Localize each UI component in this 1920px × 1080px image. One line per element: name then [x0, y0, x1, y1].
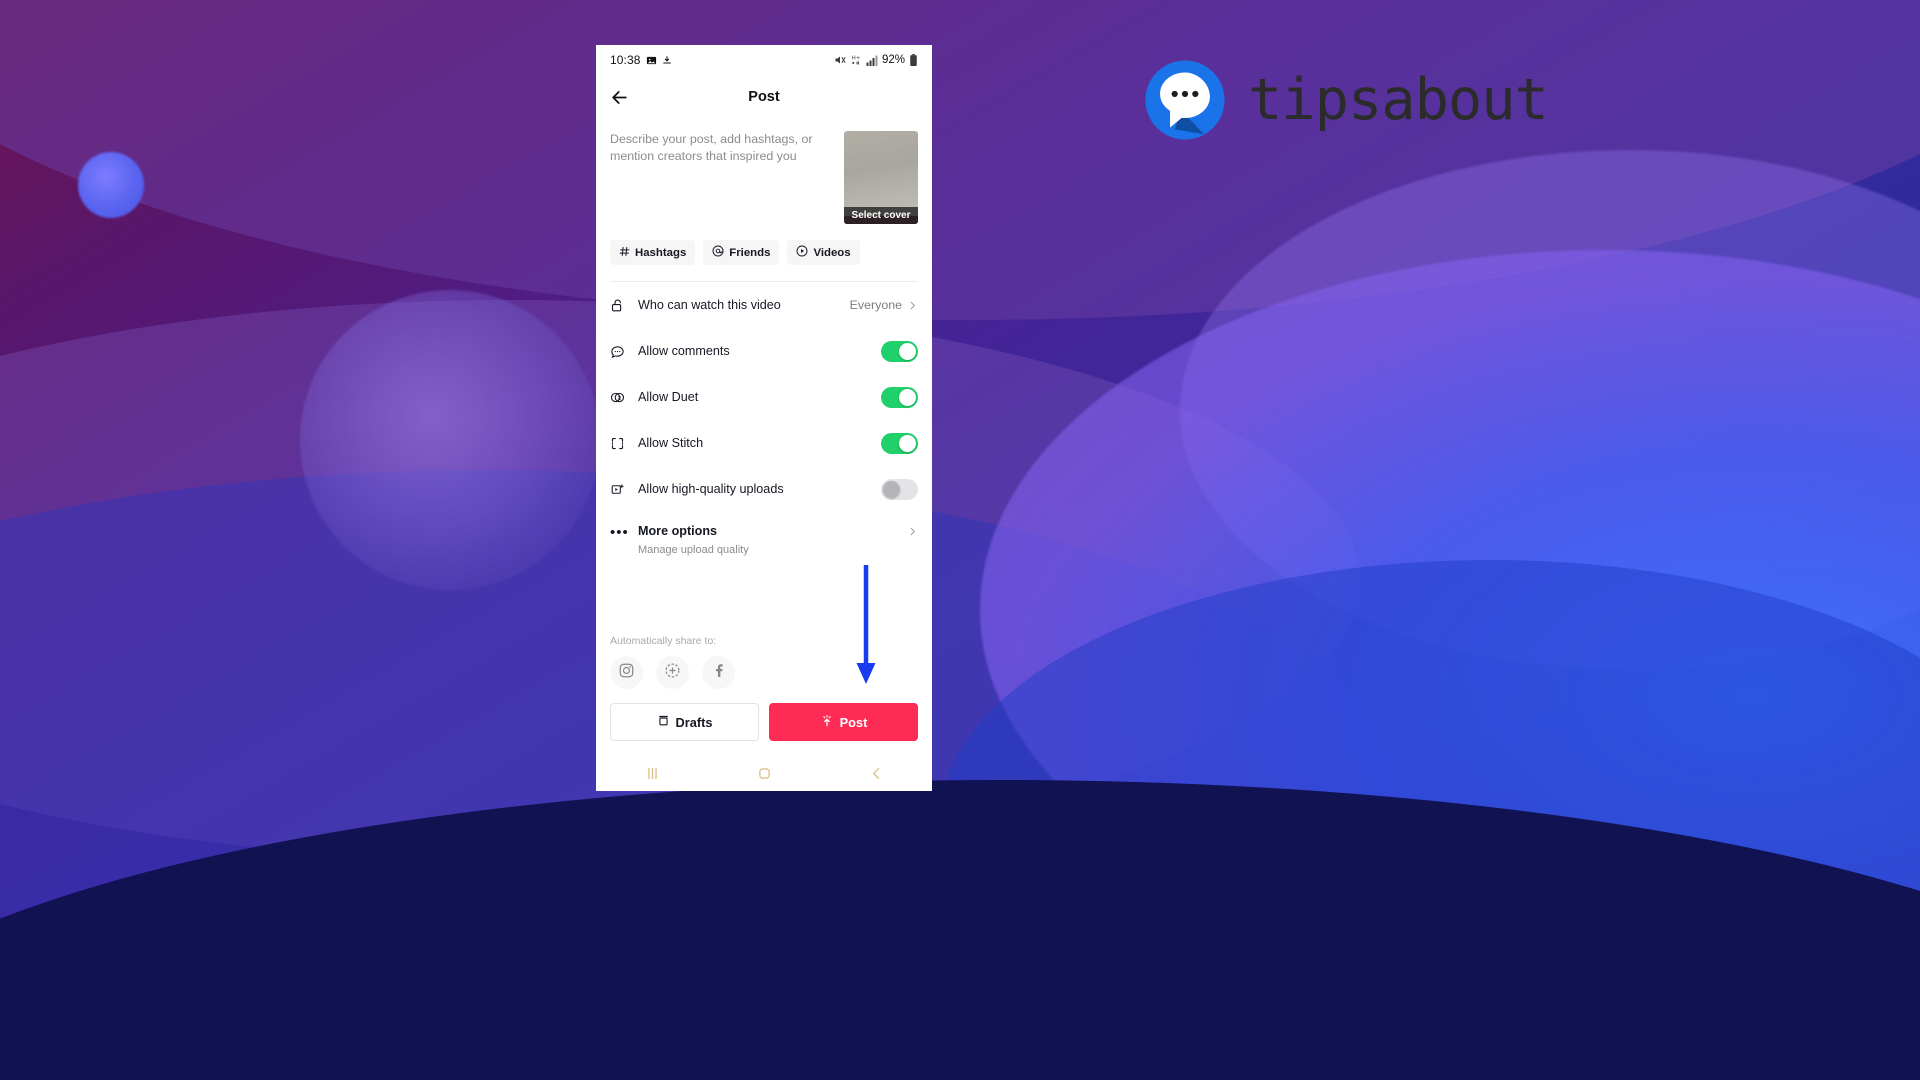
signal-bars-icon [866, 55, 878, 66]
svg-text:H+: H+ [852, 56, 861, 62]
drafts-button[interactable]: Drafts [610, 703, 759, 741]
row-more-options[interactable]: ••• More options Manage upload quality [610, 512, 918, 556]
footer-actions: Drafts Post [596, 689, 932, 755]
toggle-allow-duet[interactable] [881, 386, 918, 408]
row-allow-comments[interactable]: Allow comments [610, 328, 918, 374]
auto-share-label: Automatically share to: [610, 635, 717, 647]
phone-screenshot: 10:38 H+ 92% Post Describe your post, ad… [596, 45, 932, 791]
toggle-knob [899, 434, 916, 452]
toggle-allow-comments[interactable] [881, 340, 918, 362]
back-arrow-icon[interactable] [610, 88, 629, 107]
unlock-icon [610, 298, 632, 313]
row-allow-stitch[interactable]: Allow Stitch [610, 420, 918, 466]
hplus-data-icon: H+ [850, 54, 862, 66]
tipsabout-logo: tipsabout [1142, 57, 1549, 143]
row-control [881, 340, 918, 362]
ellipsis-icon: ••• [610, 524, 629, 541]
nav-back-icon[interactable] [868, 765, 885, 782]
chip-hashtags[interactable]: Hashtags [610, 240, 696, 265]
screenshot-root: 10:38 H+ 92% Post Describe your post, ad… [0, 0, 1920, 1080]
row-allow-hq-uploads[interactable]: Allow high-quality uploads [610, 466, 918, 512]
row-label: Allow Stitch [638, 436, 704, 450]
android-nav-bar [596, 755, 932, 791]
chip-videos[interactable]: Videos [787, 240, 860, 265]
select-cover-label[interactable]: Select cover [844, 207, 918, 224]
toggle-knob [899, 342, 916, 360]
row-label: Allow comments [638, 344, 730, 358]
auto-share-section: Automatically share to: [596, 635, 932, 689]
auto-share-targets [610, 656, 918, 689]
wallpaper-sphere [300, 290, 600, 590]
privacy-value: Everyone [849, 298, 902, 312]
chip-label: Hashtags [635, 246, 687, 259]
post-button[interactable]: Post [769, 703, 918, 741]
status-time: 10:38 [610, 53, 641, 67]
stitch-icon [610, 436, 632, 451]
row-control [881, 478, 918, 500]
speech-bubble-dots-icon [1145, 60, 1225, 140]
toggle-allow-hq-uploads[interactable] [881, 478, 918, 500]
row-label: Allow Duet [638, 390, 699, 404]
more-options-title: More options [638, 524, 718, 538]
row-label: Who can watch this video [638, 298, 781, 312]
battery-icon [909, 54, 918, 66]
hash-icon [619, 246, 630, 260]
hq-upload-icon [610, 482, 632, 497]
instagram-icon [618, 662, 635, 684]
toggle-knob [899, 388, 916, 406]
facebook-icon [710, 662, 727, 684]
recents-icon[interactable] [644, 765, 661, 782]
comment-bubble-icon [610, 344, 632, 359]
settings-list: Who can watch this video Everyone Allow … [596, 282, 932, 556]
caption-input[interactable]: Describe your post, add hashtags, or men… [610, 131, 834, 224]
drafts-label: Drafts [675, 714, 713, 730]
toggle-knob [883, 480, 900, 498]
at-mention-icon [712, 245, 724, 260]
share-instagram-story-button[interactable] [656, 656, 689, 689]
status-bar-right: H+ 92% [834, 54, 918, 66]
share-facebook-button[interactable] [702, 656, 735, 689]
post-form-body: Describe your post, add hashtags, or men… [596, 119, 932, 689]
row-allow-duet[interactable]: Allow Duet [610, 374, 918, 420]
chip-label: Videos [813, 246, 851, 259]
chip-friends[interactable]: Friends [703, 240, 780, 265]
page-title: Post [748, 89, 780, 105]
chevron-right-icon [907, 522, 918, 542]
share-instagram-button[interactable] [610, 656, 643, 689]
download-icon [662, 55, 672, 66]
status-bar-left: 10:38 [610, 53, 672, 67]
wallpaper-small-orb [78, 152, 144, 218]
app-header: Post [596, 75, 932, 119]
caption-tools: Hashtags Friends Videos [596, 224, 932, 265]
cover-thumbnail[interactable]: Select cover [844, 131, 918, 224]
mute-icon [834, 54, 846, 66]
add-story-icon [664, 662, 681, 684]
brand-name: tipsabout [1248, 66, 1549, 133]
drafts-box-icon [657, 714, 670, 730]
chip-label: Friends [729, 246, 771, 259]
duet-icon [610, 390, 632, 405]
status-bar: 10:38 H+ 92% [596, 45, 932, 75]
chevron-right-icon [907, 300, 918, 311]
row-control [881, 432, 918, 454]
desktop-wallpaper [0, 0, 1920, 1080]
home-icon[interactable] [756, 765, 773, 782]
play-circle-icon [796, 245, 808, 260]
post-label: Post [839, 714, 868, 730]
toggle-allow-stitch[interactable] [881, 432, 918, 454]
row-value-group[interactable]: Everyone [850, 298, 918, 312]
caption-block: Describe your post, add hashtags, or men… [596, 119, 932, 224]
row-who-can-watch[interactable]: Who can watch this video Everyone [610, 282, 918, 328]
battery-percent: 92% [881, 54, 905, 66]
more-options-text: More options Manage upload quality [638, 522, 749, 556]
more-options-subtitle: Manage upload quality [638, 544, 749, 556]
row-control [881, 386, 918, 408]
row-label: Allow high-quality uploads [638, 482, 784, 496]
image-icon [646, 55, 657, 66]
post-upload-icon [820, 714, 834, 731]
